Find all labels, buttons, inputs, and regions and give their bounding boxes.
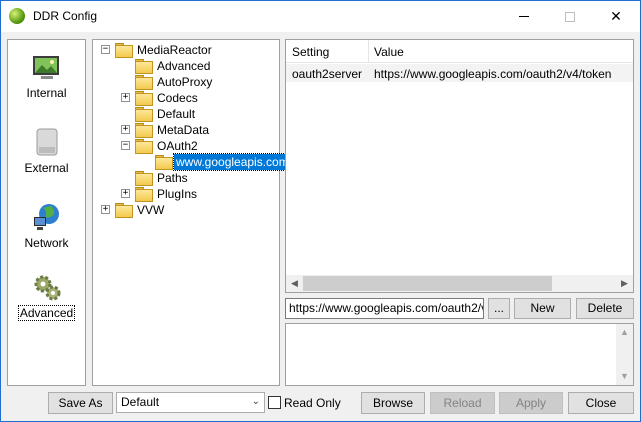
ddr-config-window: DDR Config ✕ Internal External Network A… bbox=[0, 0, 641, 422]
tree-node-label: Advanced bbox=[157, 59, 211, 73]
tree-node-label: Codecs bbox=[157, 91, 198, 105]
scroll-right-icon[interactable]: ▶ bbox=[616, 275, 633, 292]
scroll-up-icon[interactable]: ▲ bbox=[616, 324, 633, 341]
table-row[interactable]: oauth2server https://www.googleapis.com/… bbox=[286, 64, 633, 82]
apply-button: Apply bbox=[499, 392, 563, 414]
reload-button: Reload bbox=[430, 392, 495, 414]
close-window-button[interactable]: ✕ bbox=[593, 1, 639, 32]
browse-button[interactable]: Browse bbox=[361, 392, 425, 414]
column-header-setting[interactable]: Setting bbox=[292, 45, 329, 59]
folder-icon bbox=[135, 59, 153, 74]
monitor-landscape-icon bbox=[33, 56, 59, 79]
nav-item-internal[interactable]: Internal bbox=[8, 48, 85, 104]
scroll-left-icon[interactable]: ◀ bbox=[286, 275, 303, 292]
column-divider[interactable] bbox=[368, 40, 369, 63]
profile-select[interactable]: Default ⌄ bbox=[116, 392, 265, 413]
save-as-button[interactable]: Save As bbox=[48, 392, 113, 414]
value-cell: https://www.googleapis.com/oauth2/v4/tok… bbox=[374, 67, 612, 81]
nav-item-label: External bbox=[24, 161, 69, 175]
title-bar[interactable]: DDR Config ✕ bbox=[1, 1, 640, 32]
new-button[interactable]: New bbox=[514, 298, 571, 319]
nav-item-label-text: Advanced bbox=[17, 305, 76, 321]
maximize-button bbox=[547, 1, 593, 32]
expand-icon[interactable]: + bbox=[121, 189, 130, 198]
read-only-checkbox[interactable] bbox=[268, 396, 281, 409]
tree-node-label: OAuth2 bbox=[157, 139, 198, 153]
folder-icon bbox=[115, 203, 133, 218]
gears-icon bbox=[34, 275, 61, 301]
delete-button[interactable]: Delete bbox=[576, 298, 634, 319]
folder-icon bbox=[135, 139, 153, 154]
nav-item-external[interactable]: External bbox=[8, 123, 85, 179]
horizontal-scrollbar[interactable]: ◀ ▶ bbox=[286, 275, 633, 292]
setting-cell: oauth2server bbox=[292, 67, 363, 81]
read-only-label[interactable]: Read Only bbox=[284, 396, 341, 410]
collapse-icon[interactable]: − bbox=[121, 141, 130, 150]
tree-node-label: Paths bbox=[157, 171, 188, 185]
scrollbar-thumb[interactable] bbox=[303, 276, 552, 291]
nav-item-network[interactable]: Network bbox=[8, 198, 85, 254]
settings-tree[interactable]: − MediaReactor Advanced AutoProxy + Code… bbox=[92, 39, 292, 386]
folder-icon bbox=[135, 91, 153, 106]
nav-item-label: Network bbox=[24, 236, 69, 250]
column-header-value[interactable]: Value bbox=[374, 45, 404, 59]
minimize-icon bbox=[519, 16, 529, 17]
folder-icon bbox=[155, 155, 173, 170]
folder-icon bbox=[115, 43, 133, 58]
nav-item-label: Advanced bbox=[8, 305, 85, 321]
window-title: DDR Config bbox=[33, 9, 98, 23]
minimize-button[interactable] bbox=[501, 1, 547, 32]
collapse-icon[interactable]: − bbox=[101, 45, 110, 54]
tree-node-label: AutoProxy bbox=[157, 75, 213, 89]
tree-node-label: www.googleapis.com bbox=[173, 153, 292, 171]
scroll-down-icon[interactable]: ▼ bbox=[616, 368, 633, 385]
description-box[interactable]: ▲ ▼ bbox=[285, 323, 634, 386]
maximize-icon bbox=[565, 11, 575, 22]
nav-item-label: Internal bbox=[26, 86, 67, 100]
folder-icon bbox=[135, 171, 153, 186]
vertical-scrollbar[interactable]: ▲ ▼ bbox=[616, 324, 633, 385]
tree-node-label: MediaReactor bbox=[137, 43, 212, 57]
tree-node-label: Default bbox=[157, 107, 196, 121]
chevron-down-icon: ⌄ bbox=[251, 396, 260, 407]
settings-grid[interactable]: Setting Value oauth2server https://www.g… bbox=[285, 39, 634, 293]
grid-header: Setting Value bbox=[286, 40, 633, 63]
nav-item-advanced[interactable]: Advanced bbox=[8, 268, 85, 324]
external-drive-icon bbox=[36, 128, 58, 156]
tree-node-label: MetaData bbox=[157, 123, 210, 137]
network-globe-icon bbox=[34, 204, 59, 230]
value-input[interactable]: https://www.googleapis.com/oauth2/v4 bbox=[285, 298, 484, 319]
folder-icon bbox=[135, 107, 153, 122]
expand-icon[interactable]: + bbox=[121, 93, 130, 102]
folder-icon bbox=[135, 187, 153, 202]
close-icon: ✕ bbox=[610, 8, 622, 24]
tree-node-label: PlugIns bbox=[157, 187, 198, 201]
close-button[interactable]: Close bbox=[568, 392, 634, 414]
expand-icon[interactable]: + bbox=[101, 205, 110, 214]
browse-value-button[interactable]: ... bbox=[488, 298, 510, 319]
category-panel: Internal External Network Advanced bbox=[7, 39, 86, 386]
app-logo-icon bbox=[9, 8, 25, 24]
folder-icon bbox=[135, 123, 153, 138]
expand-icon[interactable]: + bbox=[121, 125, 130, 134]
folder-icon bbox=[135, 75, 153, 90]
tree-node-label: VVW bbox=[137, 203, 165, 217]
profile-select-value: Default bbox=[121, 395, 160, 409]
